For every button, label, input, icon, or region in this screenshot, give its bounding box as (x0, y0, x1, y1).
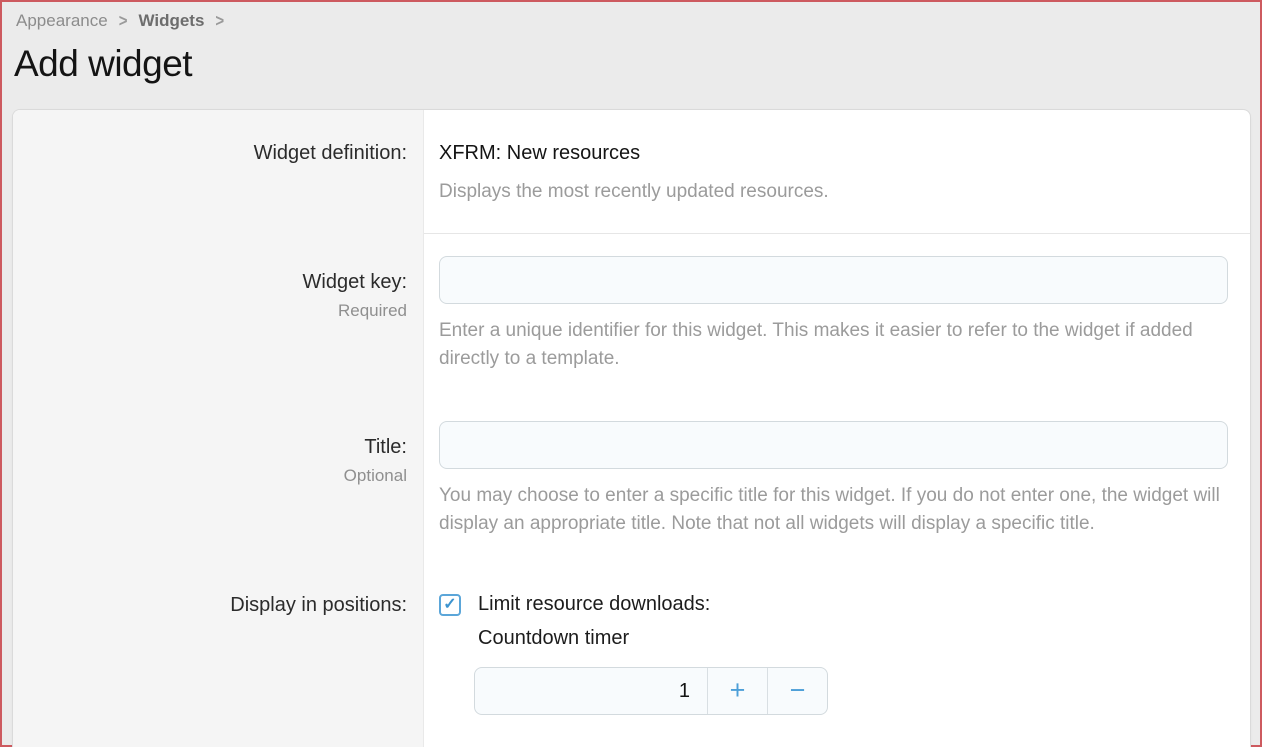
widget-definition-value: XFRM: New resources (439, 141, 1228, 165)
widget-definition-label: Widget definition: (23, 141, 407, 166)
limit-resource-downloads-label: Limit resource downloads: (478, 592, 710, 617)
chevron-right-icon: > (119, 11, 128, 31)
widget-definition-description: Displays the most recently updated resou… (439, 180, 1228, 204)
form-row-widget-key: Widget key: Required Enter a unique iden… (13, 234, 1250, 399)
minus-icon: − (790, 675, 806, 706)
countdown-timer-stepper: + − (474, 667, 828, 715)
breadcrumb-item-widgets[interactable]: Widgets (138, 11, 204, 31)
widget-key-input[interactable] (439, 256, 1228, 304)
plus-icon: + (730, 675, 746, 706)
title-explain: You may choose to enter a specific title… (439, 482, 1228, 538)
title-label: Title: (23, 435, 407, 460)
countdown-timer-value-input[interactable] (475, 668, 707, 714)
breadcrumb-item-appearance[interactable]: Appearance (16, 11, 108, 31)
widget-key-required-label: Required (23, 301, 407, 321)
limit-resource-downloads-checkbox[interactable]: ✓ (439, 594, 461, 616)
add-widget-form: Widget definition: XFRM: New resources D… (12, 109, 1251, 747)
breadcrumb: Appearance > Widgets > (2, 2, 1260, 31)
countdown-timer-label: Countdown timer (478, 626, 710, 651)
page-title: Add widget (14, 43, 1260, 85)
form-filler-row (13, 735, 1250, 747)
widget-key-explain: Enter a unique identifier for this widge… (439, 317, 1228, 373)
checkmark-icon: ✓ (443, 597, 456, 613)
title-input[interactable] (439, 421, 1228, 469)
decrement-button[interactable]: − (767, 668, 827, 714)
form-row-title: Title: Optional You may choose to enter … (13, 399, 1250, 564)
increment-button[interactable]: + (707, 668, 767, 714)
title-optional-label: Optional (23, 466, 407, 486)
form-row-widget-definition: Widget definition: XFRM: New resources D… (13, 110, 1250, 234)
chevron-right-icon: > (215, 11, 224, 31)
widget-key-label: Widget key: (23, 270, 407, 295)
form-row-display-positions: Display in positions: ✓ Limit resource d… (13, 564, 1250, 735)
display-positions-label: Display in positions: (23, 593, 407, 618)
add-widget-page: { "breadcrumb": { "items": [ { "label": … (0, 0, 1262, 747)
